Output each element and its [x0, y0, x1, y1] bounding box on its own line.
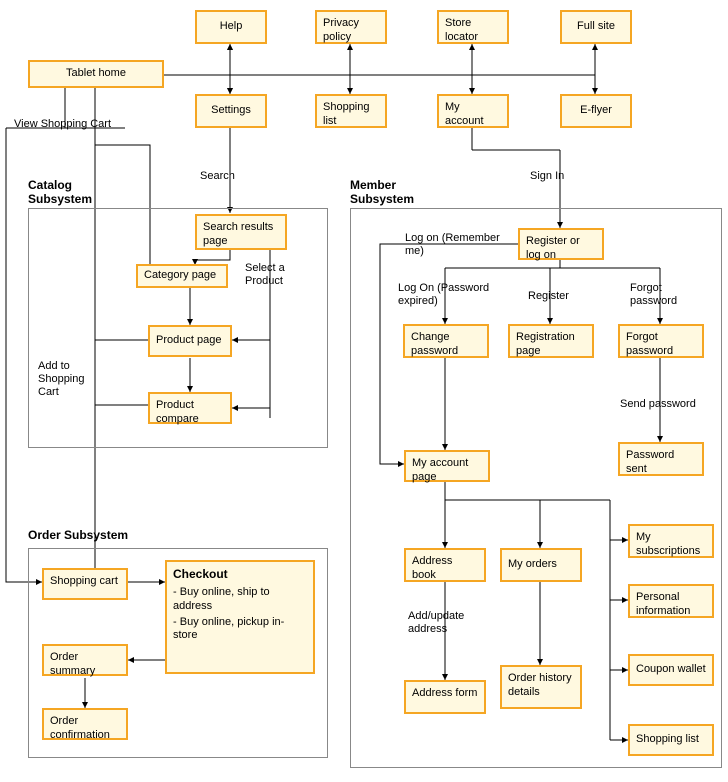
- label: Password sent: [626, 449, 674, 475]
- label: My orders: [508, 558, 557, 572]
- label: Coupon wallet: [636, 663, 706, 677]
- edge-search: Search: [200, 170, 235, 183]
- group-title-catalog: Catalog Subsystem: [28, 178, 118, 207]
- label: Product compare: [156, 399, 199, 425]
- node-store-locator: Store locator: [437, 10, 509, 44]
- node-my-account: My account: [437, 94, 509, 128]
- node-forgot-password: Forgot password: [618, 324, 704, 358]
- edge-send-password: Send password: [620, 398, 696, 411]
- node-shopping-list-top: Shopping list: [315, 94, 387, 128]
- label: Tablet home: [66, 67, 126, 81]
- label: Forgot password: [626, 331, 673, 357]
- label: Order summary: [50, 651, 95, 677]
- label: Category page: [144, 269, 216, 281]
- label: My account page: [412, 457, 468, 483]
- node-my-orders: My orders: [500, 548, 582, 582]
- diagram-canvas: Help Privacy policy Store locator Full s…: [0, 0, 728, 782]
- node-personal-information: Personal information: [628, 584, 714, 618]
- node-order-confirmation: Order confirmation: [42, 708, 128, 740]
- label: Address form: [412, 687, 477, 699]
- label: Register or log on: [526, 235, 580, 261]
- label: My subscriptions: [636, 531, 700, 557]
- group-title-order: Order Subsystem: [28, 528, 128, 542]
- node-privacy-policy: Privacy policy: [315, 10, 387, 44]
- node-password-sent: Password sent: [618, 442, 704, 476]
- label: Shopping list: [323, 101, 370, 127]
- edge-add-to-cart: Add to Shopping Cart: [38, 360, 98, 400]
- edge-add-update-address: Add/update address: [408, 610, 488, 636]
- edge-sign-in: Sign In: [530, 170, 564, 183]
- edge-log-on-remember: Log on (Remember me): [405, 232, 505, 258]
- node-registration-page: Registration page: [508, 324, 594, 358]
- label: Store locator: [445, 17, 478, 43]
- checkout-bullet-1: Buy online, ship to address: [173, 586, 307, 614]
- node-product-page: Product page: [148, 325, 232, 357]
- label: Change password: [411, 331, 458, 357]
- node-help: Help: [195, 10, 267, 44]
- label: Shopping cart: [50, 575, 118, 587]
- checkout-title: Checkout: [173, 567, 307, 582]
- group-title-member: Member Subsystem: [350, 178, 440, 207]
- node-checkout: Checkout Buy online, ship to address Buy…: [165, 560, 315, 674]
- node-order-summary: Order summary: [42, 644, 128, 676]
- label: Privacy policy: [323, 17, 359, 43]
- node-register-or-logon: Register or log on: [518, 228, 604, 260]
- label: Settings: [211, 104, 251, 118]
- label: My account: [445, 101, 484, 127]
- edge-register: Register: [528, 290, 569, 303]
- node-shopping-cart: Shopping cart: [42, 568, 128, 600]
- checkout-bullet-2: Buy online, pickup in-store: [173, 616, 307, 644]
- label: Shopping list: [636, 733, 699, 747]
- node-search-results: Search results page: [195, 214, 287, 250]
- node-eflyer: E-flyer: [560, 94, 632, 128]
- label: Registration page: [516, 331, 575, 357]
- edge-log-on-expired: Log On (Password expired): [398, 282, 508, 308]
- node-my-subscriptions: My subscriptions: [628, 524, 714, 558]
- label: Address book: [412, 555, 452, 581]
- label: Order history details: [508, 672, 572, 698]
- node-shopping-list-member: Shopping list: [628, 724, 714, 756]
- label: Full site: [577, 20, 615, 34]
- label: Help: [220, 20, 243, 34]
- edge-forgot-password: Forgot password: [630, 282, 700, 308]
- node-address-book: Address book: [404, 548, 486, 582]
- node-address-form: Address form: [404, 680, 486, 714]
- label: E-flyer: [580, 104, 612, 118]
- edge-view-shopping-cart: View Shopping Cart: [14, 118, 111, 131]
- edge-select-product: Select a Product: [245, 262, 305, 288]
- node-change-password: Change password: [403, 324, 489, 358]
- label: Order confirmation: [50, 715, 110, 741]
- label: Product page: [156, 334, 221, 348]
- node-full-site: Full site: [560, 10, 632, 44]
- node-tablet-home: Tablet home: [28, 60, 164, 88]
- label: Personal information: [636, 591, 690, 617]
- node-settings: Settings: [195, 94, 267, 128]
- node-order-history-details: Order history details: [500, 665, 582, 709]
- node-category-page: Category page: [136, 264, 228, 288]
- checkout-bullets: Buy online, ship to address Buy online, …: [173, 586, 307, 643]
- label: Search results page: [203, 221, 273, 247]
- node-product-compare: Product compare: [148, 392, 232, 424]
- node-coupon-wallet: Coupon wallet: [628, 654, 714, 686]
- node-my-account-page: My account page: [404, 450, 490, 482]
